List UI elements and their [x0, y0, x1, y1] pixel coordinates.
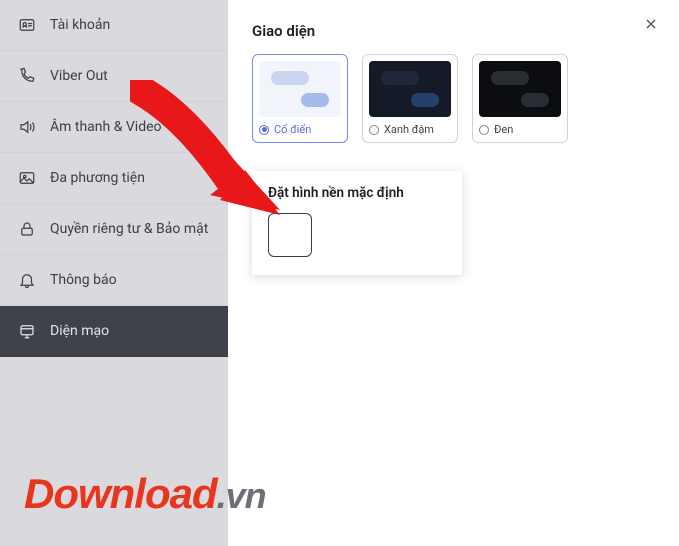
lock-icon [18, 220, 36, 238]
sidebar-item-label: Âm thanh & Video [50, 119, 162, 135]
sidebar-item-appearance[interactable]: Diện mạo [0, 306, 228, 357]
watermark: Download.vn [24, 470, 266, 518]
radio-icon [259, 125, 269, 135]
sidebar-item-media[interactable]: Đa phương tiện [0, 153, 228, 204]
radio-icon [479, 125, 489, 135]
theme-preview [479, 61, 561, 117]
sidebar-item-label: Quyền riêng tư & Bảo mật [50, 221, 208, 237]
settings-sidebar: Tài khoản Viber Out Âm thanh & Video Đa … [0, 0, 228, 546]
sidebar-item-audio-video[interactable]: Âm thanh & Video [0, 102, 228, 153]
image-icon [18, 169, 36, 187]
phone-icon [18, 67, 36, 85]
sidebar-item-account[interactable]: Tài khoản [0, 0, 228, 51]
bg-section-title: Đặt hình nền mặc định [268, 185, 446, 201]
theme-label: Cổ điển [259, 123, 341, 136]
theme-preview [369, 61, 451, 117]
sidebar-item-viber-out[interactable]: Viber Out [0, 51, 228, 102]
theme-preview [259, 61, 341, 117]
close-button[interactable] [641, 14, 661, 34]
content-panel: Giao diện Cổ điển Xanh đậm [228, 0, 679, 546]
sidebar-item-label: Tài khoản [50, 17, 110, 33]
account-icon [18, 16, 36, 34]
sidebar-item-privacy[interactable]: Quyền riêng tư & Bảo mật [0, 204, 228, 255]
default-background-section: Đặt hình nền mặc định [252, 171, 462, 275]
theme-label: Đen [479, 123, 561, 136]
radio-icon [369, 125, 379, 135]
theme-option-dark-blue[interactable]: Xanh đậm [362, 54, 458, 143]
bell-icon [18, 271, 36, 289]
bg-swatch-default[interactable] [268, 213, 312, 257]
sidebar-item-label: Viber Out [50, 68, 108, 84]
speaker-icon [18, 118, 36, 136]
sidebar-item-label: Đa phương tiện [50, 170, 145, 186]
section-title-interface: Giao diện [252, 22, 655, 40]
appearance-icon [18, 322, 36, 340]
sidebar-item-notifications[interactable]: Thông báo [0, 255, 228, 306]
sidebar-item-label: Diện mạo [50, 323, 109, 339]
theme-options: Cổ điển Xanh đậm Đen [252, 54, 655, 143]
theme-option-classic[interactable]: Cổ điển [252, 54, 348, 143]
theme-option-black[interactable]: Đen [472, 54, 568, 143]
sidebar-item-label: Thông báo [50, 272, 117, 288]
theme-label: Xanh đậm [369, 123, 451, 136]
